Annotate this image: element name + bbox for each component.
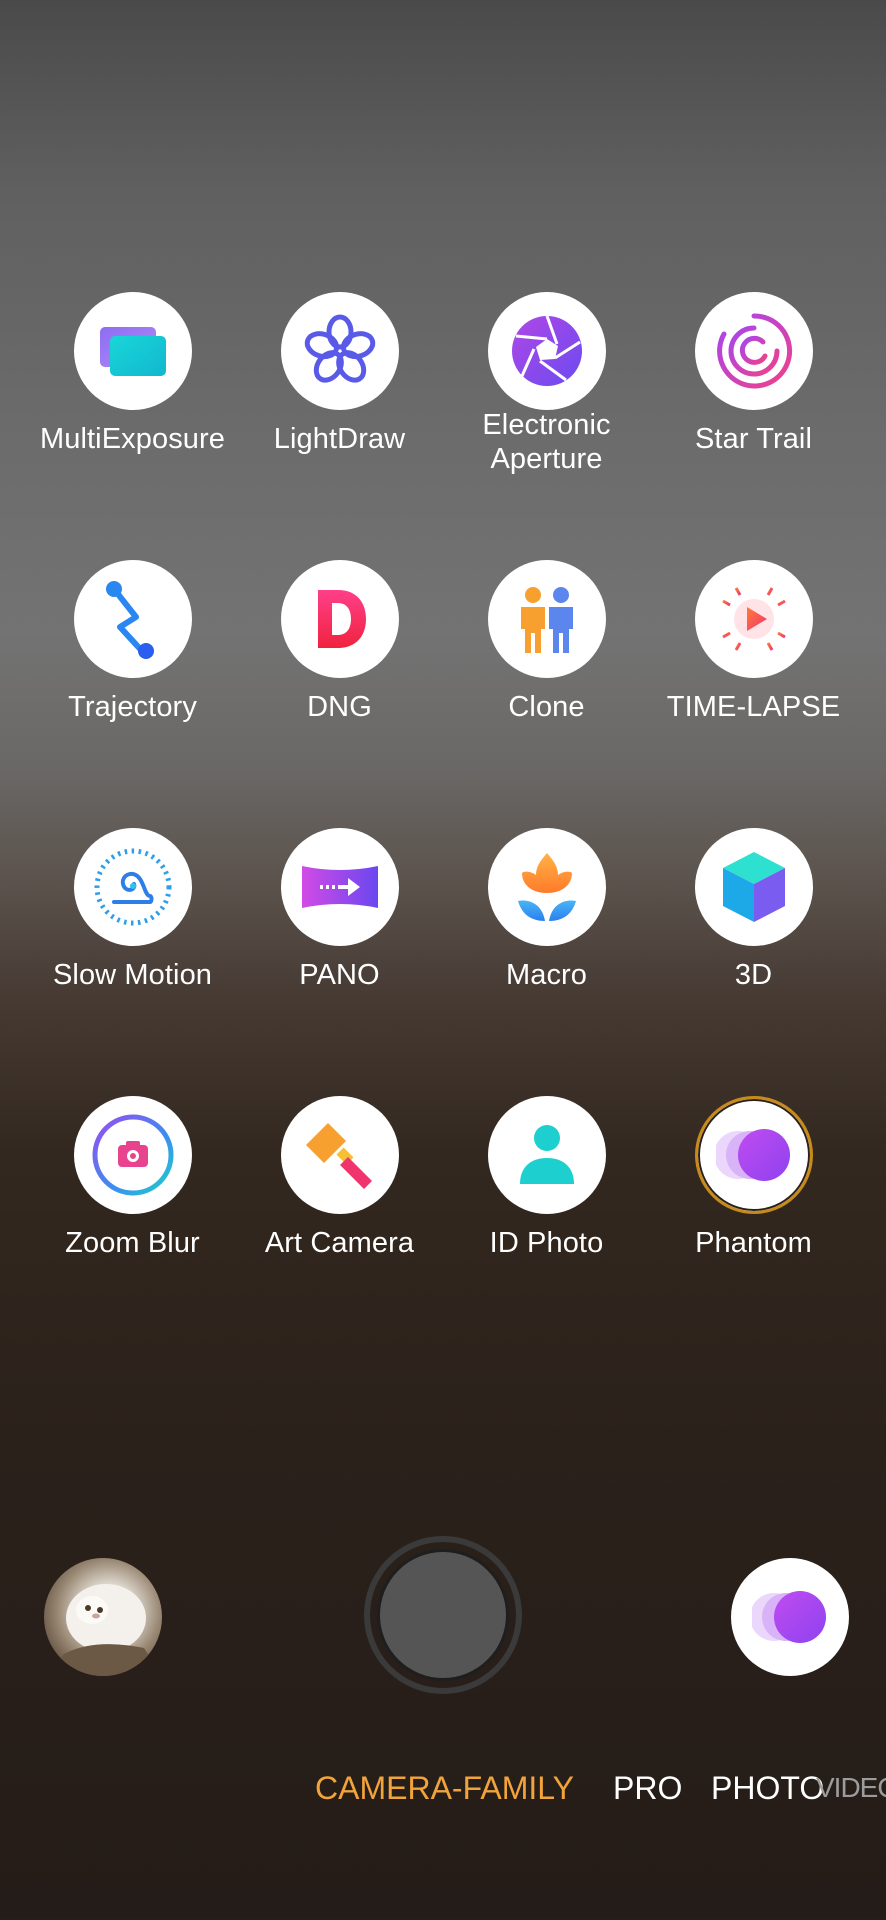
zoom-blur-icon xyxy=(73,1096,192,1214)
shutter-button[interactable] xyxy=(364,1536,522,1694)
mode-label: Electronic Aperture xyxy=(482,409,611,475)
tab-photo[interactable]: PHOTO xyxy=(711,1766,824,1810)
shutter-inner xyxy=(377,1549,509,1681)
tab-camera-family[interactable]: CAMERA-FAMILY xyxy=(315,1766,574,1810)
mode-label: LightDraw xyxy=(273,423,406,455)
mode-trajectory[interactable]: Trajectory xyxy=(29,560,236,828)
mode-label: ID Photo xyxy=(489,1227,604,1259)
mode-label: Zoom Blur xyxy=(65,1227,200,1259)
mode-time-lapse[interactable]: TIME-LAPSE xyxy=(650,560,857,828)
mode-label: TIME-LAPSE xyxy=(666,691,841,723)
mode-label: Art Camera xyxy=(264,1227,415,1259)
tab-video[interactable]: VIDEO xyxy=(816,1766,886,1810)
time-lapse-icon xyxy=(694,560,813,678)
art-camera-icon xyxy=(280,1096,399,1214)
mode-tabs: CAMERA-FAMILY PRO PHOTO VIDEO xyxy=(0,1766,886,1810)
phantom-mode-button[interactable] xyxy=(731,1558,849,1676)
id-photo-icon xyxy=(487,1096,606,1214)
lightdraw-icon xyxy=(280,292,399,410)
capture-bar xyxy=(0,1536,886,1706)
mode-clone[interactable]: Clone xyxy=(443,560,650,828)
mode-label: Clone xyxy=(508,691,585,723)
mode-electronic-aperture[interactable]: Electronic Aperture xyxy=(443,292,650,560)
mode-macro[interactable]: Macro xyxy=(443,828,650,1096)
mode-dng[interactable]: DNG xyxy=(236,560,443,828)
mode-phantom[interactable]: Phantom xyxy=(650,1096,857,1364)
mode-grid: MultiExposure LightDraw Electronic Apert… xyxy=(0,292,886,1364)
mode-lightdraw[interactable]: LightDraw xyxy=(236,292,443,560)
star-trail-icon xyxy=(694,292,813,410)
mode-zoom-blur[interactable]: Zoom Blur xyxy=(29,1096,236,1364)
tab-pro[interactable]: PRO xyxy=(613,1766,682,1810)
clone-icon xyxy=(487,560,606,678)
mode-label: Star Trail xyxy=(694,423,813,455)
mode-slow-motion[interactable]: Slow Motion xyxy=(29,828,236,1096)
mode-label: Slow Motion xyxy=(52,959,213,991)
mode-label: 3D xyxy=(734,959,773,991)
mode-3d[interactable]: 3D xyxy=(650,828,857,1096)
gallery-thumbnail[interactable] xyxy=(44,1558,162,1676)
pano-icon xyxy=(280,828,399,946)
slow-motion-icon xyxy=(73,828,192,946)
mode-label: Macro xyxy=(505,959,588,991)
phantom-icon xyxy=(694,1096,813,1214)
mode-label: Trajectory xyxy=(68,691,197,723)
mode-art-camera[interactable]: Art Camera xyxy=(236,1096,443,1364)
mode-label: DNG xyxy=(307,691,372,723)
mode-label: PANO xyxy=(299,959,380,991)
mode-label: Phantom xyxy=(695,1227,812,1259)
phantom-icon xyxy=(752,1591,826,1643)
mode-multiexposure[interactable]: MultiExposure xyxy=(29,292,236,560)
mode-id-photo[interactable]: ID Photo xyxy=(443,1096,650,1364)
multiexposure-icon xyxy=(73,292,192,410)
mode-star-trail[interactable]: Star Trail xyxy=(650,292,857,560)
mode-pano[interactable]: PANO xyxy=(236,828,443,1096)
trajectory-icon xyxy=(73,560,192,678)
3d-icon xyxy=(694,828,813,946)
macro-icon xyxy=(487,828,606,946)
aperture-icon xyxy=(487,292,606,410)
mode-label: MultiExposure xyxy=(39,423,226,455)
dng-icon xyxy=(280,560,399,678)
